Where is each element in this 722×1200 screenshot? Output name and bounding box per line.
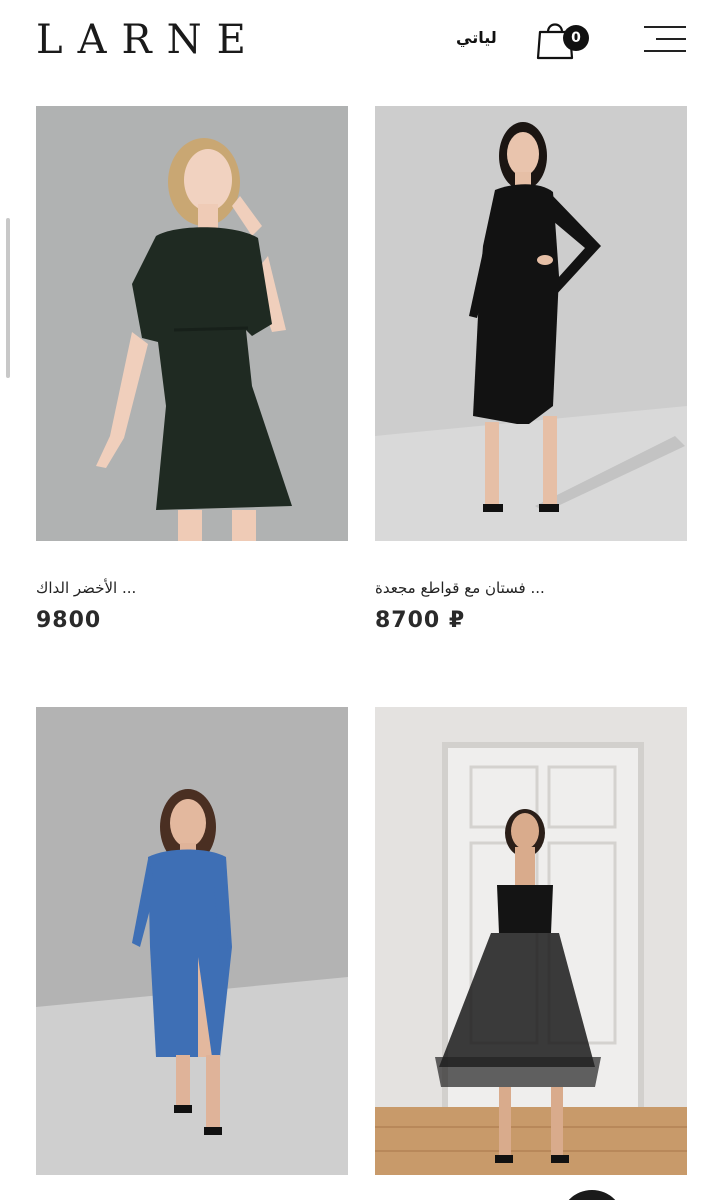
product-card[interactable] [36, 707, 348, 1200]
product-card[interactable]: ... الأخضر الداك 9800 [36, 106, 348, 636]
product-image[interactable] [36, 106, 348, 541]
hamburger-menu-icon[interactable] [644, 24, 688, 54]
scroll-indicator[interactable] [6, 218, 10, 378]
product-title[interactable]: ... الأخضر الداك [36, 579, 348, 597]
product-image[interactable] [375, 106, 687, 541]
brand-logo[interactable]: LARNE [36, 16, 261, 64]
product-image[interactable] [36, 707, 348, 1175]
product-image[interactable] [375, 707, 687, 1175]
product-price: 9800 [36, 608, 102, 633]
product-price: 8700 ₽ [375, 608, 466, 633]
cart-count-badge: 0 [563, 25, 589, 51]
product-card[interactable]: ... فستان مع قواطع مجعدة 8700 ₽ [375, 106, 687, 636]
site-header: LARNE لياتي 0 [0, 0, 722, 80]
product-card[interactable] [375, 707, 687, 1200]
language-link[interactable]: لياتي [456, 28, 497, 47]
product-title[interactable]: ... فستان مع قواطع مجعدة [375, 579, 687, 597]
cart-button[interactable]: 0 [536, 18, 592, 62]
